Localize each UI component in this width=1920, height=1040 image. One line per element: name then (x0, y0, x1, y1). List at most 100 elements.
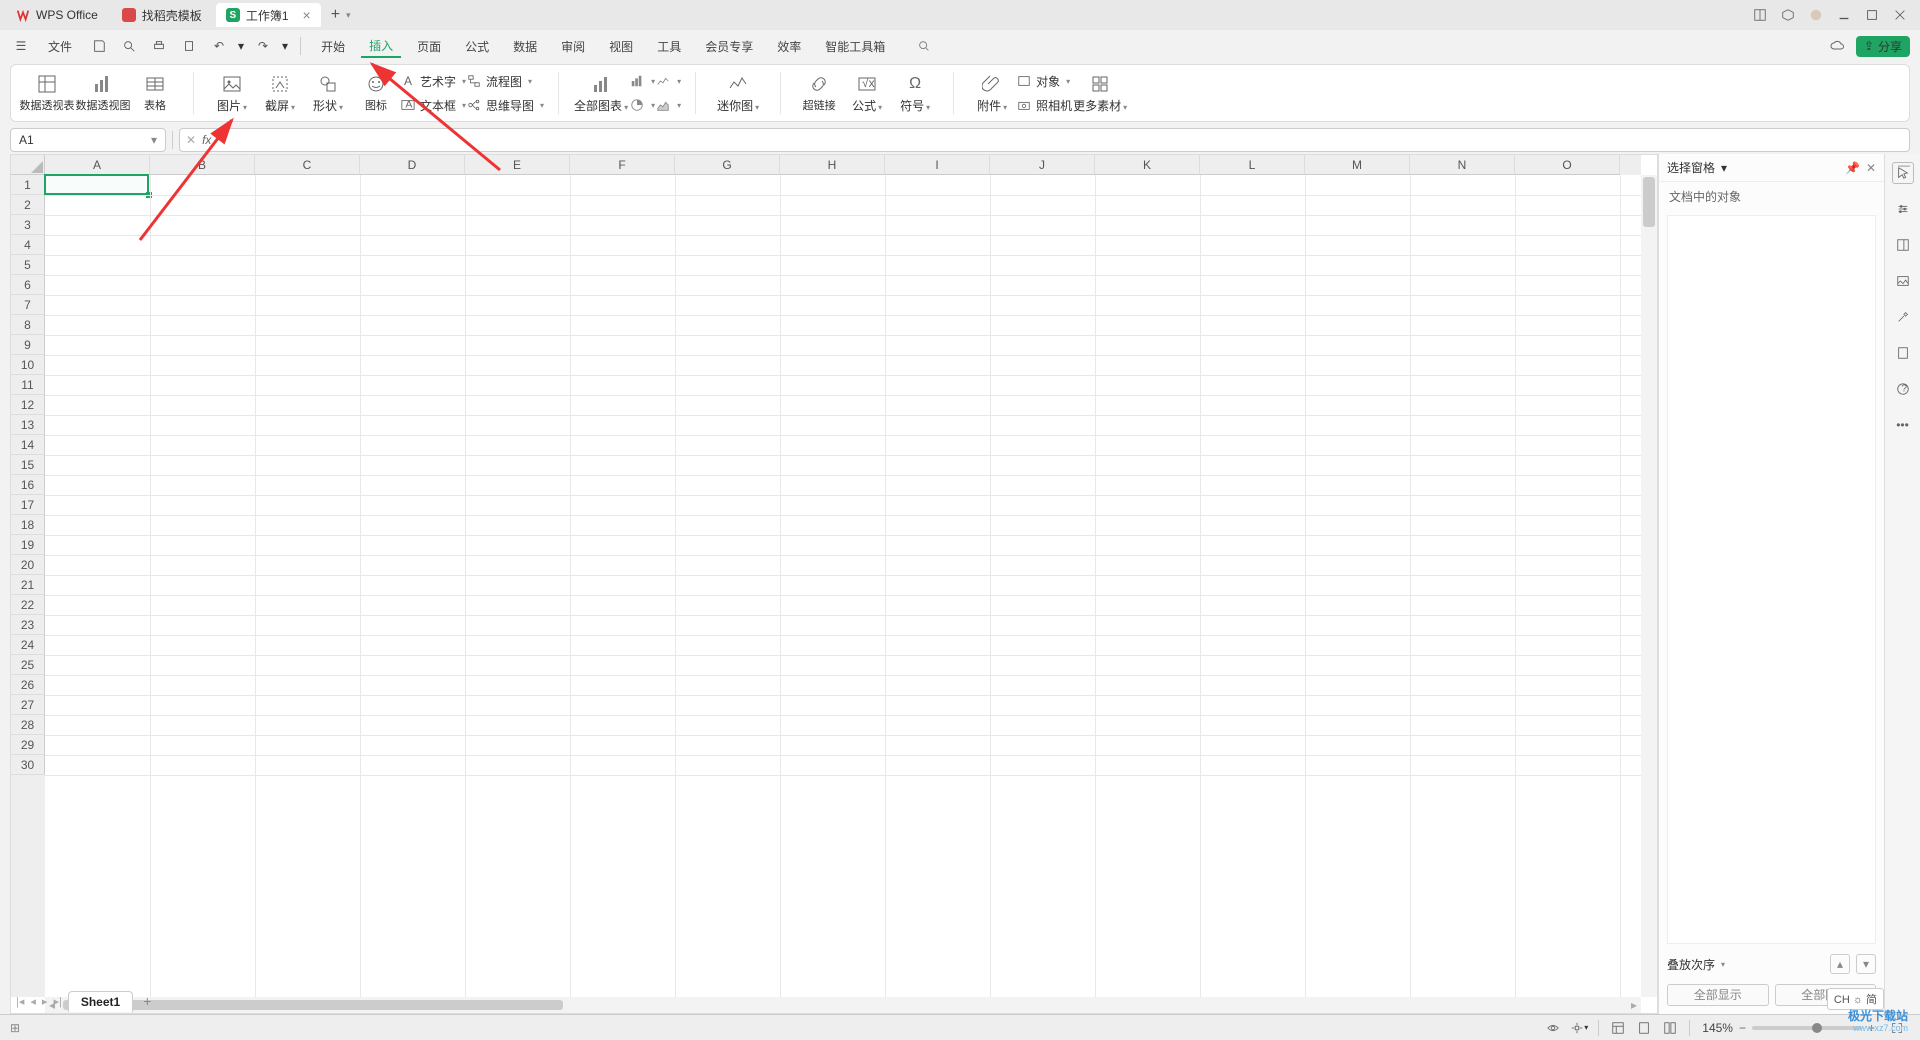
textbox-button[interactable]: A文本框▾ (400, 95, 466, 115)
active-cell[interactable] (44, 174, 149, 195)
add-sheet-icon[interactable]: + (143, 993, 151, 1009)
row-header[interactable]: 26 (11, 675, 45, 695)
share-button[interactable]: ⇪ 分享 (1856, 36, 1910, 57)
cancel-formula-icon[interactable]: ✕ (186, 133, 196, 147)
vscroll-thumb[interactable] (1643, 177, 1655, 227)
row-header[interactable]: 21 (11, 575, 45, 595)
line-chart-button[interactable]: ▾ (655, 71, 681, 91)
doc-sidebar-icon[interactable] (1892, 342, 1914, 364)
menu-tools[interactable]: 工具 (649, 34, 689, 58)
menu-member[interactable]: 会员专享 (697, 34, 761, 58)
hyperlink-button[interactable]: 超链接 (795, 69, 843, 117)
sheet-nav-next-icon[interactable]: ▸ (42, 995, 48, 1008)
new-tab-button[interactable]: + (331, 6, 340, 24)
user-avatar-icon[interactable] (1802, 3, 1830, 27)
row-header[interactable]: 4 (11, 235, 45, 255)
window-minimize-icon[interactable] (1830, 3, 1858, 27)
row-header[interactable]: 20 (11, 555, 45, 575)
row-header[interactable]: 7 (11, 295, 45, 315)
select-all-corner[interactable] (11, 155, 45, 175)
row-header[interactable]: 17 (11, 495, 45, 515)
document-tab[interactable]: S 工作簿1 × (216, 3, 321, 27)
zoom-thumb[interactable] (1812, 1023, 1822, 1033)
row-header[interactable]: 25 (11, 655, 45, 675)
menu-formula[interactable]: 公式 (457, 34, 497, 58)
search-icon[interactable] (913, 35, 935, 57)
settings-sidebar-icon[interactable] (1892, 198, 1914, 220)
help-sidebar-icon[interactable]: ? (1892, 378, 1914, 400)
row-header[interactable]: 29 (11, 735, 45, 755)
row-header[interactable]: 13 (11, 415, 45, 435)
all-charts-button[interactable]: 全部图表▾ (573, 69, 629, 117)
collapse-panel-icon[interactable]: — (1898, 158, 1910, 172)
sheet-nav-last-icon[interactable]: ▸| (53, 995, 61, 1008)
window-close-icon[interactable] (1886, 3, 1914, 27)
menu-efficiency[interactable]: 效率 (769, 34, 809, 58)
wordart-button[interactable]: A艺术字▾ (400, 71, 466, 91)
hamburger-icon[interactable]: ☰ (10, 35, 32, 57)
panel-icon[interactable] (1746, 3, 1774, 27)
fx-icon[interactable]: fx (202, 133, 211, 147)
row-header[interactable]: 2 (11, 195, 45, 215)
pivot-chart-button[interactable]: 数据透视图 (75, 69, 131, 117)
row-header[interactable]: 11 (11, 375, 45, 395)
symbol-button[interactable]: Ω符号▾ (891, 69, 939, 117)
ime-indicator[interactable]: CH ☼ 简 (1827, 988, 1884, 1010)
col-header[interactable]: K (1095, 155, 1200, 175)
equation-button[interactable]: √x公式▾ (843, 69, 891, 117)
row-header[interactable]: 24 (11, 635, 45, 655)
menu-page[interactable]: 页面 (409, 34, 449, 58)
screenshot-button[interactable]: 截屏▾ (256, 69, 304, 117)
print-icon[interactable] (148, 35, 170, 57)
cells-area[interactable] (45, 175, 1641, 997)
col-header[interactable]: A (45, 155, 150, 175)
print-preview-icon[interactable] (118, 35, 140, 57)
formula-bar[interactable]: ✕ fx (179, 128, 1910, 152)
menu-review[interactable]: 审阅 (553, 34, 593, 58)
row-header[interactable]: 22 (11, 595, 45, 615)
window-maximize-icon[interactable] (1858, 3, 1886, 27)
row-headers[interactable]: 1234567891011121314151617181920212223242… (11, 175, 45, 997)
zoom-out-icon[interactable]: − (1739, 1021, 1746, 1035)
focus-icon[interactable]: ▾ (1567, 1018, 1591, 1038)
notes-sidebar-icon[interactable] (1892, 234, 1914, 256)
view-normal-icon[interactable] (1606, 1018, 1630, 1038)
col-header[interactable]: J (990, 155, 1095, 175)
redo-icon[interactable]: ↷ (252, 35, 274, 57)
horizontal-scrollbar[interactable]: ◂▸ (45, 997, 1641, 1013)
view-page-icon[interactable] (1632, 1018, 1656, 1038)
close-tab-icon[interactable]: × (303, 7, 311, 23)
tab-dropdown-icon[interactable]: ▾ (346, 10, 351, 21)
table-button[interactable]: 表格 (131, 69, 179, 117)
shapes-button[interactable]: 形状▾ (304, 69, 352, 117)
pin-icon[interactable]: 📌 (1845, 161, 1860, 175)
row-header[interactable]: 6 (11, 275, 45, 295)
show-all-button[interactable]: 全部显示 (1667, 984, 1769, 1006)
menu-data[interactable]: 数据 (505, 34, 545, 58)
panel-close-icon[interactable]: ✕ (1866, 161, 1876, 175)
row-header[interactable]: 10 (11, 355, 45, 375)
col-header[interactable]: F (570, 155, 675, 175)
zoom-slider[interactable] (1752, 1026, 1862, 1030)
vertical-scrollbar[interactable] (1641, 175, 1657, 997)
sheet-nav-first-icon[interactable]: |◂ (16, 995, 24, 1008)
tools-sidebar-icon[interactable] (1892, 306, 1914, 328)
app-tab[interactable]: WPS Office (6, 3, 108, 27)
menu-smart[interactable]: 智能工具箱 (817, 34, 893, 58)
zoom-level[interactable]: 145% (1702, 1021, 1733, 1035)
cloud-icon[interactable] (1826, 35, 1848, 57)
row-header[interactable]: 16 (11, 475, 45, 495)
sheet-tab[interactable]: Sheet1 (68, 991, 133, 1012)
col-header[interactable]: M (1305, 155, 1410, 175)
redo-dropdown-icon[interactable]: ▾ (282, 39, 288, 53)
clipboard-icon[interactable] (178, 35, 200, 57)
sparkline-button[interactable]: 迷你图▾ (710, 69, 766, 117)
bar-chart-button[interactable]: ▾ (629, 71, 655, 91)
row-header[interactable]: 14 (11, 435, 45, 455)
col-header[interactable]: E (465, 155, 570, 175)
col-header[interactable]: B (150, 155, 255, 175)
template-tab[interactable]: 找稻壳模板 (112, 3, 212, 27)
row-header[interactable]: 3 (11, 215, 45, 235)
save-icon[interactable] (88, 35, 110, 57)
column-headers[interactable]: ABCDEFGHIJKLMNO (45, 155, 1641, 175)
